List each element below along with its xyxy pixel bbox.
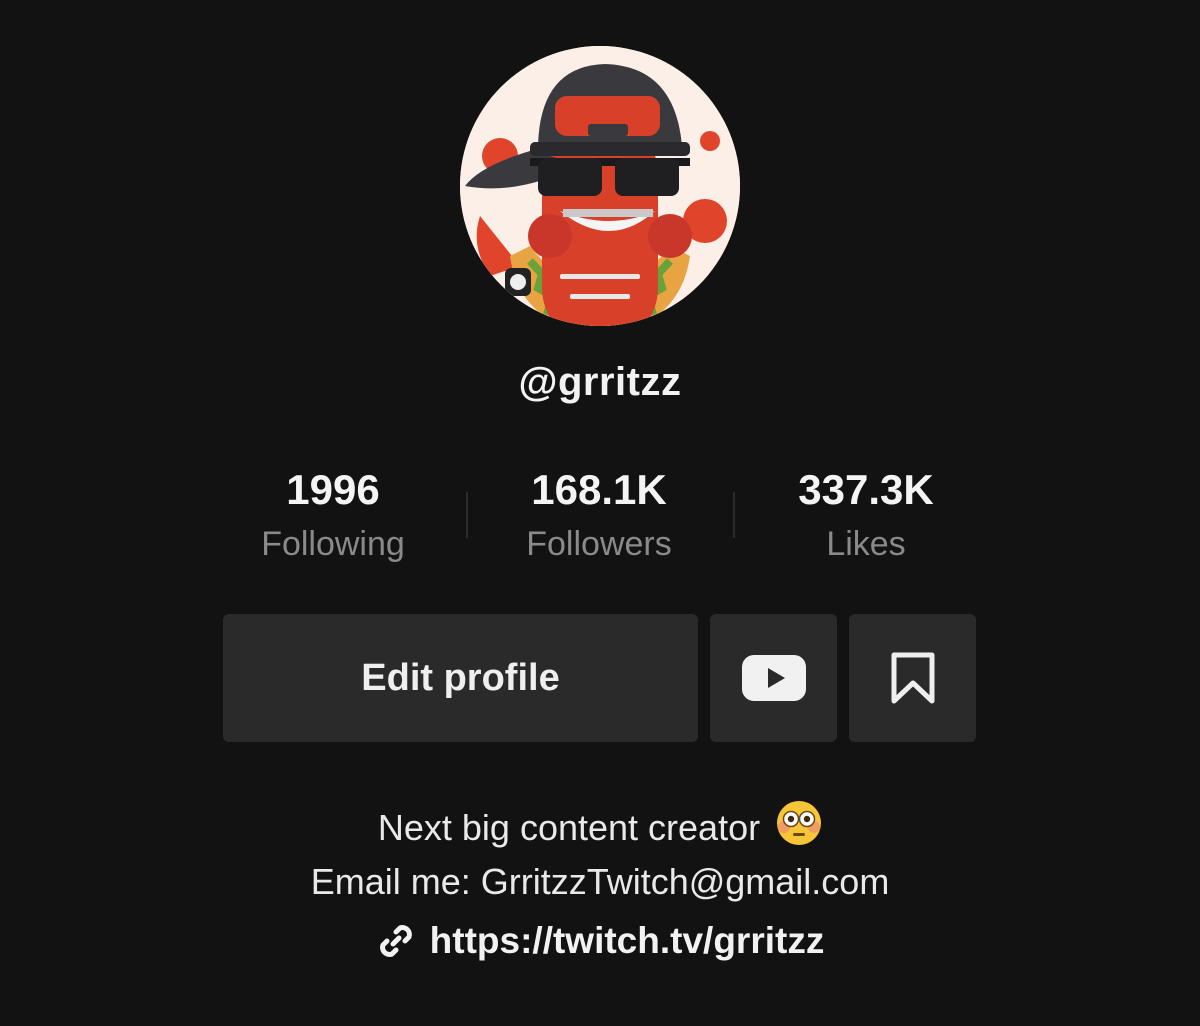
profile-avatar[interactable] (460, 46, 740, 326)
bookmark-icon (891, 652, 934, 704)
link-icon (379, 925, 412, 957)
stat-likes-value: 337.3K (798, 466, 934, 513)
hotdog-mascot-avatar-icon (460, 46, 740, 326)
profile-link-text[interactable]: https://twitch.tv/grritzz (430, 920, 825, 962)
stat-following-label: Following (261, 525, 405, 563)
youtube-button[interactable] (710, 614, 837, 742)
flushed-face-emoji-icon (776, 800, 822, 858)
bio-tagline: Next big content creator (377, 807, 761, 848)
stat-followers-value: 168.1K (531, 466, 667, 513)
bookmark-button[interactable] (849, 614, 976, 742)
stat-followers-label: Followers (526, 525, 672, 563)
stat-likes[interactable]: 337.3K Likes (736, 462, 996, 570)
stat-following-value: 1996 (286, 466, 380, 513)
youtube-icon (741, 655, 806, 701)
profile-link[interactable]: https://twitch.tv/grritzz (0, 920, 1200, 962)
bio-line-1: Next big content creator (0, 800, 1200, 858)
profile-stats: 1996 Following 168.1K Followers 337.3K L… (0, 462, 1200, 572)
stat-followers[interactable]: 168.1K Followers (469, 462, 729, 570)
stat-divider (466, 492, 468, 538)
bio-email: Email me: GrritzzTwitch@gmail.com (310, 861, 890, 902)
edit-profile-button[interactable]: Edit profile (223, 614, 698, 742)
profile-bio: Next big content creator Email me: Grrit… (0, 800, 1200, 906)
stat-divider (733, 492, 735, 538)
stat-likes-label: Likes (826, 525, 906, 563)
stat-following[interactable]: 1996 Following (203, 462, 463, 570)
profile-username: @grritzz (518, 360, 682, 404)
